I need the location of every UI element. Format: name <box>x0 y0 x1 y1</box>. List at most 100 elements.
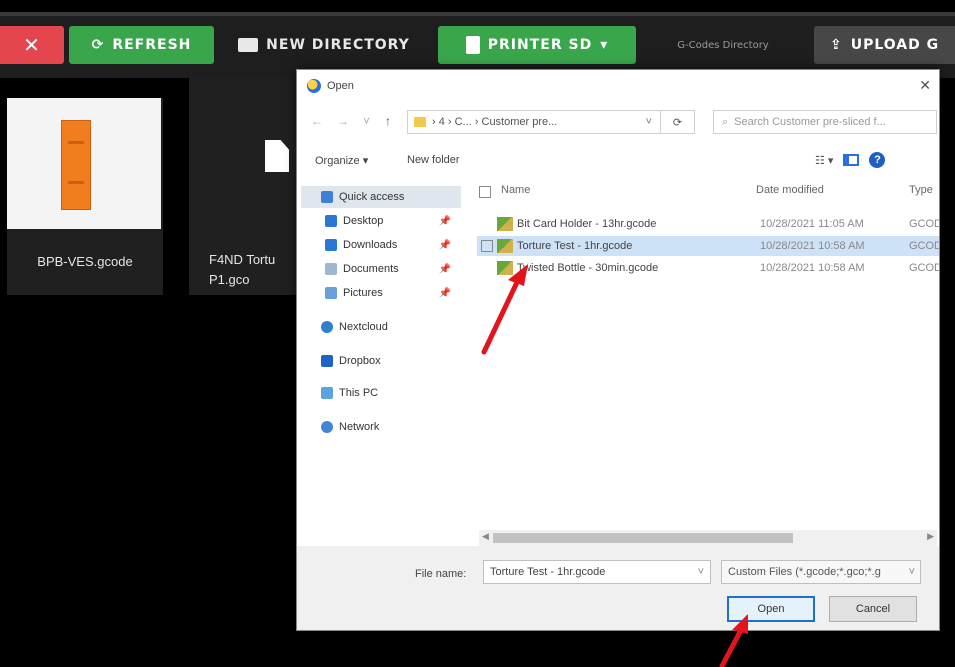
file-row[interactable]: Bit Card Holder - 13hr.gcode 10/28/2021 … <box>477 214 939 234</box>
chevron-down-icon: ˅ <box>908 566 915 578</box>
chevron-down-icon: ▾ <box>600 37 609 53</box>
file-date: 10/28/2021 10:58 AM <box>760 240 865 252</box>
breadcrumb: › 4 › C... › Customer pre... <box>432 116 558 128</box>
gcodes-directory-link[interactable]: G-Codes Directory <box>650 26 796 64</box>
new-folder-icon <box>238 38 259 52</box>
refresh-icon[interactable]: ⟳ <box>660 111 694 133</box>
nav-item-label: Dropbox <box>339 355 381 367</box>
dialog-close-icon[interactable]: ✕ <box>919 77 931 94</box>
search-icon: ⌕ <box>722 115 729 128</box>
horizontal-scrollbar[interactable]: ◀ ▶ <box>479 530 937 546</box>
file-row-selected[interactable]: Torture Test - 1hr.gcode 10/28/2021 10:5… <box>477 236 939 256</box>
file-tile-name: BPB-VES.gcode <box>37 254 133 269</box>
column-header-type[interactable]: Type <box>909 184 933 196</box>
nav-item-network[interactable]: Network <box>301 416 461 438</box>
column-header-name[interactable]: Name <box>501 184 530 196</box>
file-thumbnail <box>7 98 161 229</box>
file-list: Name Date modified Type Bit Card Holder … <box>473 174 939 534</box>
back-arrow-icon[interactable]: ← <box>311 114 323 128</box>
nav-item-label: Downloads <box>343 239 398 251</box>
help-icon[interactable]: ? <box>869 152 886 168</box>
close-button[interactable]: ✕ <box>0 26 64 64</box>
refresh-button[interactable]: ⟳ REFRESH <box>69 26 214 64</box>
printer-sd-button[interactable]: PRINTER SD ▾ <box>438 26 636 64</box>
recent-chevron-icon[interactable]: ˅ <box>363 114 370 128</box>
sd-card-icon <box>465 36 480 54</box>
file-name-value: Torture Test - 1hr.gcode <box>490 566 606 578</box>
scroll-thumb[interactable] <box>493 533 793 543</box>
chrome-icon <box>307 79 321 93</box>
refresh-label: REFRESH <box>112 37 192 53</box>
chevron-down-icon[interactable]: ˅ <box>698 566 704 578</box>
navigation-pane: Quick access Desktop 📌 Downloads 📌 Docum… <box>297 182 467 542</box>
nav-item-quick-access[interactable]: Quick access <box>301 186 461 208</box>
computer-icon <box>321 387 333 399</box>
file-type: GCOD <box>909 240 939 252</box>
file-type: GCOD <box>909 218 939 230</box>
address-bar-row: ← → ˅ ↑ › 4 › C... › Customer pre... ˅ ⟳… <box>297 110 939 134</box>
pin-icon: 📌 <box>438 263 451 275</box>
file-tile[interactable]: BPB-VES.gcode <box>7 98 163 295</box>
nav-item-label: Desktop <box>343 215 384 227</box>
file-row[interactable]: Twisted Bottle - 30min.gcode 10/28/2021 … <box>477 258 939 278</box>
nav-item-label: Documents <box>343 263 399 275</box>
annotation-arrow <box>481 264 528 355</box>
nav-item-label: This PC <box>339 387 379 399</box>
new-directory-label: NEW DIRECTORY <box>266 37 410 53</box>
dialog-title-bar: Open ✕ <box>297 70 939 102</box>
search-placeholder: Search Customer pre-sliced f... <box>734 116 886 128</box>
organize-menu[interactable]: Organize ▾ <box>315 154 368 167</box>
cancel-button[interactable]: Cancel <box>829 596 917 622</box>
upload-label: UPLOAD G <box>850 37 940 53</box>
new-directory-button[interactable]: NEW DIRECTORY <box>224 26 424 64</box>
nav-item-label: Network <box>339 421 380 433</box>
nav-item-label: Pictures <box>343 287 383 299</box>
nav-item-label: Quick access <box>339 191 405 203</box>
column-header-date[interactable]: Date modified <box>756 184 824 196</box>
upload-icon: ⇪ <box>830 37 843 53</box>
file-date: 10/28/2021 11:05 AM <box>760 218 864 230</box>
row-checkbox[interactable] <box>481 240 493 252</box>
nav-item-this-pc[interactable]: This PC <box>301 382 461 404</box>
scroll-right-icon[interactable]: ▶ <box>927 531 934 542</box>
toolbar-top-border <box>0 12 955 16</box>
file-name-input[interactable]: Torture Test - 1hr.gcode ˅ <box>483 560 711 584</box>
upload-gcode-button[interactable]: ⇪ UPLOAD G <box>814 26 955 64</box>
nav-item-nextcloud[interactable]: Nextcloud <box>301 316 461 338</box>
annotation-arrow <box>719 614 748 667</box>
scroll-left-icon[interactable]: ◀ <box>482 531 489 542</box>
pin-icon: 📌 <box>438 287 451 299</box>
network-icon <box>321 421 333 433</box>
cloud-icon <box>321 321 333 333</box>
chevron-down-icon[interactable]: ˅ <box>646 116 652 128</box>
nav-item-downloads[interactable]: Downloads 📌 <box>301 234 461 256</box>
file-name: Bit Card Holder - 13hr.gcode <box>517 218 657 230</box>
pin-icon: 📌 <box>438 239 451 251</box>
download-icon <box>325 239 337 251</box>
refresh-icon: ⟳ <box>91 37 105 53</box>
new-folder-button[interactable]: New folder <box>407 154 460 166</box>
star-icon <box>321 191 333 203</box>
file-type-select[interactable]: Custom Files (*.gcode;*.gco;*.g ˅ <box>721 560 921 584</box>
gcode-file-icon <box>497 239 513 253</box>
nav-item-pictures[interactable]: Pictures 📌 <box>301 282 461 304</box>
file-tile[interactable]: F4ND Tortu P1.gco <box>189 78 299 295</box>
printer-sd-label: PRINTER SD <box>487 37 593 53</box>
address-bar[interactable]: › 4 › C... › Customer pre... ˅ ⟳ <box>407 110 695 134</box>
select-all-checkbox[interactable] <box>479 186 491 198</box>
app-page: ✕ ⟳ REFRESH NEW DIRECTORY PRINTER SD ▾ G… <box>0 0 955 667</box>
file-type-value: Custom Files (*.gcode;*.gco;*.g <box>728 566 881 578</box>
nav-item-label: Nextcloud <box>339 321 388 333</box>
search-input[interactable]: ⌕ Search Customer pre-sliced f... <box>713 110 937 134</box>
view-options-icon[interactable]: ☷ ▾ <box>815 154 833 167</box>
dialog-title: Open <box>327 80 354 92</box>
preview-pane-icon[interactable] <box>843 154 860 166</box>
nav-item-documents[interactable]: Documents 📌 <box>301 258 461 280</box>
nav-item-dropbox[interactable]: Dropbox <box>301 350 461 372</box>
nav-item-desktop[interactable]: Desktop 📌 <box>301 210 461 232</box>
gcode-file-icon <box>497 217 513 231</box>
command-bar: Organize ▾ New folder ☷ ▾ ? <box>297 150 939 174</box>
up-arrow-icon[interactable]: ↑ <box>385 114 391 128</box>
forward-arrow-icon[interactable]: → <box>337 114 349 128</box>
view-controls: ☷ ▾ ? <box>815 152 886 168</box>
